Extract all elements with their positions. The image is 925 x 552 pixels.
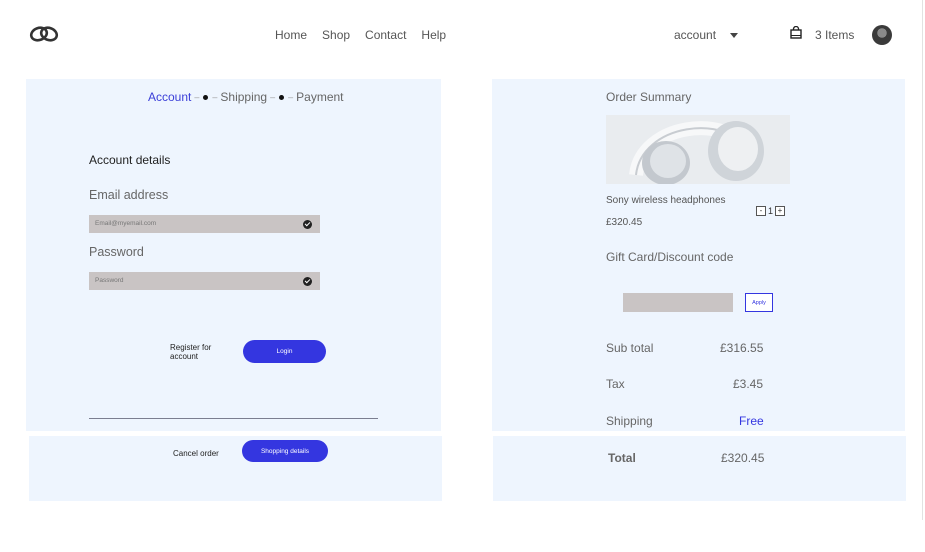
step-separator: –: [270, 92, 276, 102]
check-circle-icon: [303, 220, 312, 229]
avatar[interactable]: [872, 25, 892, 45]
register-line-2: account: [170, 352, 199, 361]
register-line-1: Register for: [170, 343, 212, 352]
cart-items-count[interactable]: 3 Items: [815, 28, 854, 42]
quantity-value: 1: [768, 206, 774, 216]
shipping-label: Shipping: [606, 414, 653, 428]
nav-shop[interactable]: Shop: [322, 28, 350, 42]
step-separator: –: [212, 92, 218, 102]
register-link[interactable]: Register for account: [170, 343, 211, 361]
shopping-bag-icon[interactable]: [790, 26, 802, 39]
password-placeholder: Password: [95, 277, 124, 284]
nav-help[interactable]: Help: [421, 28, 446, 42]
nav-contact[interactable]: Contact: [365, 28, 406, 42]
account-menu[interactable]: account: [674, 28, 739, 42]
step-payment[interactable]: Payment: [296, 90, 343, 104]
email-label: Email address: [89, 188, 169, 202]
account-actions-panel: [29, 436, 442, 501]
step-separator: –: [194, 92, 200, 102]
step-separator: –: [288, 92, 294, 102]
cancel-order-link[interactable]: Cancel order: [173, 449, 219, 458]
password-label: Password: [89, 245, 144, 259]
quantity-stepper: - 1 +: [756, 206, 786, 216]
increase-quantity-button[interactable]: +: [775, 206, 786, 216]
product-image: [606, 115, 790, 184]
nav-home[interactable]: Home: [275, 28, 307, 42]
login-button[interactable]: Login: [243, 340, 326, 363]
password-field[interactable]: Password: [89, 272, 320, 290]
shipping-value: Free: [739, 414, 764, 428]
step-shipping[interactable]: Shipping: [220, 90, 267, 104]
discount-code-input[interactable]: [623, 293, 733, 312]
order-summary-title: Order Summary: [606, 90, 692, 104]
check-circle-icon: [303, 277, 312, 286]
email-field[interactable]: Email@myemail.com: [89, 215, 320, 233]
email-placeholder: Email@myemail.com: [95, 220, 157, 227]
tax-label: Tax: [606, 377, 625, 391]
main-nav: Home Shop Contact Help: [275, 28, 446, 42]
product-name: Sony wireless headphones: [606, 195, 726, 206]
step-account[interactable]: Account: [148, 90, 191, 104]
order-total-panel: [493, 436, 906, 501]
checkout-steps: Account – – Shipping – – Payment: [148, 90, 344, 104]
headphones-image-icon: [606, 115, 790, 184]
account-details-title: Account details: [89, 153, 171, 167]
caret-down-icon: [730, 33, 739, 38]
divider: [89, 418, 378, 419]
tax-value: £3.45: [733, 377, 764, 391]
interlocking-rings-logo-icon[interactable]: [28, 24, 60, 44]
top-header: Home Shop Contact Help account 3 Items: [0, 0, 925, 70]
page-scrollbar[interactable]: [922, 0, 923, 520]
subtotal-label: Sub total: [606, 341, 654, 355]
step-dot-icon: [203, 94, 209, 100]
product-price: £320.45: [606, 217, 643, 228]
subtotal-value: £316.55: [720, 341, 764, 355]
shipping-details-button[interactable]: Shopping details: [242, 440, 328, 462]
account-label: account: [674, 28, 717, 42]
step-dot-icon: [279, 94, 285, 100]
total-value: £320.45: [721, 451, 765, 465]
decrease-quantity-button[interactable]: -: [756, 206, 766, 216]
apply-button[interactable]: Apply: [745, 293, 773, 312]
gift-card-label: Gift Card/Discount code: [606, 250, 734, 264]
total-label: Total: [608, 451, 636, 465]
